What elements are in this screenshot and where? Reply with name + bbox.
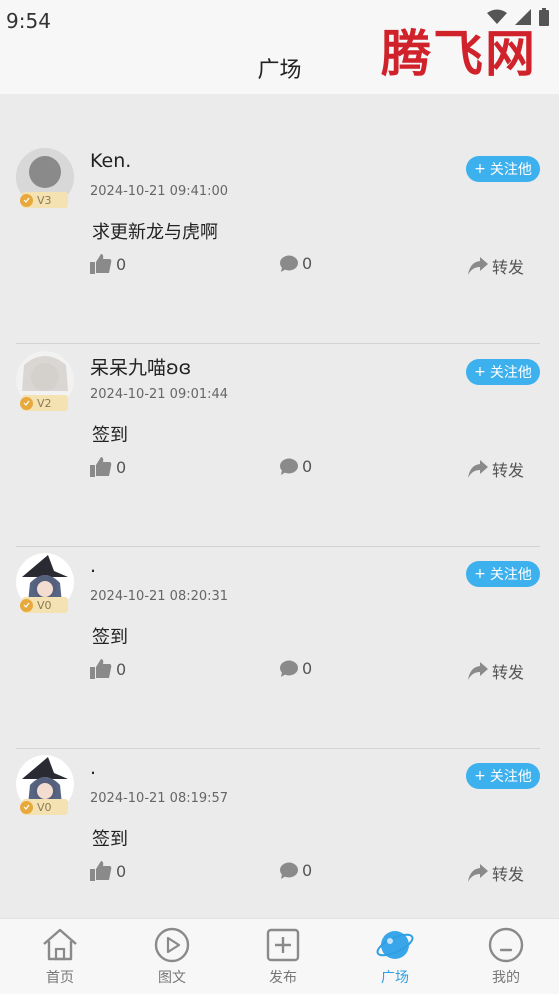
- plus-icon: +: [474, 768, 486, 784]
- post-time: 2024-10-21 08:20:31: [90, 589, 229, 604]
- tab-home[interactable]: 首页: [20, 925, 100, 989]
- watermark-logo: 腾飞网: [381, 24, 537, 83]
- level-label: V0: [37, 598, 52, 612]
- post-content[interactable]: 签到: [92, 623, 128, 649]
- follow-label: 关注他: [489, 567, 532, 583]
- post-content[interactable]: 求更新龙与虎啊: [92, 218, 218, 244]
- post-content[interactable]: 签到: [92, 421, 128, 447]
- comment-count: 0: [302, 254, 313, 273]
- post-card[interactable]: V3 Ken. 2024-10-21 09:41:00 求更新龙与虎啊 + 关注…: [16, 142, 540, 344]
- comment-bubble-icon: [280, 660, 298, 677]
- battery-icon: [539, 8, 549, 26]
- post-time: 2024-10-21 09:01:44: [90, 387, 229, 402]
- feed-list[interactable]: V3 Ken. 2024-10-21 09:41:00 求更新龙与虎啊 + 关注…: [0, 94, 559, 918]
- post-card[interactable]: V0 . 2024-10-21 08:20:31 签到 + 关注他 0 0 转发: [16, 547, 540, 749]
- level-label: V0: [37, 800, 52, 814]
- share-arrow-icon: [467, 662, 488, 680]
- share-button[interactable]: 转发: [467, 659, 524, 683]
- status-time: 9:54: [6, 9, 51, 33]
- medal-icon: [20, 800, 33, 814]
- play-icon: [154, 927, 190, 963]
- username[interactable]: 呆呆九喵ʚɞ: [90, 353, 191, 380]
- level-badge: V3: [20, 192, 68, 208]
- comment-bubble-icon: [280, 255, 298, 272]
- planet-icon: [376, 931, 414, 959]
- level-label: V2: [37, 396, 52, 410]
- tab-gallery[interactable]: 图文: [132, 925, 212, 989]
- level-label: V3: [37, 193, 52, 207]
- medal-icon: [20, 193, 33, 207]
- follow-button[interactable]: + 关注他: [466, 561, 540, 587]
- medal-icon: [20, 396, 33, 410]
- like-count: 0: [116, 457, 127, 477]
- username[interactable]: .: [90, 555, 96, 577]
- comment-button[interactable]: 0: [280, 457, 312, 476]
- thumbs-up-icon: [90, 254, 112, 274]
- tab-label: 首页: [46, 970, 74, 986]
- username[interactable]: .: [90, 757, 96, 779]
- plus-icon: +: [474, 161, 486, 177]
- post-time: 2024-10-21 09:41:00: [90, 184, 229, 199]
- share-label: 转发: [491, 461, 524, 480]
- share-arrow-icon: [467, 460, 488, 478]
- comment-button[interactable]: 0: [280, 254, 312, 273]
- bottom-tab-bar: 首页 图文 发布 广场 我的: [0, 918, 559, 994]
- post-card[interactable]: V0 . 2024-10-21 08:19:57 签到 + 关注他 0 0 转发: [16, 749, 540, 918]
- tab-label: 我的: [492, 970, 520, 986]
- username[interactable]: Ken.: [90, 150, 131, 172]
- medal-icon: [20, 598, 33, 612]
- comment-count: 0: [302, 861, 313, 880]
- profile-face-icon: [488, 927, 524, 963]
- follow-button[interactable]: + 关注他: [466, 763, 540, 789]
- share-label: 转发: [491, 865, 524, 884]
- plus-square-icon: [266, 928, 300, 962]
- follow-button[interactable]: + 关注他: [466, 156, 540, 182]
- tab-label: 发布: [269, 970, 297, 986]
- follow-button[interactable]: + 关注他: [466, 359, 540, 385]
- thumbs-up-icon: [90, 457, 112, 477]
- plus-icon: +: [474, 364, 486, 380]
- like-button[interactable]: 0: [90, 659, 126, 679]
- share-arrow-icon: [467, 864, 488, 882]
- post-content[interactable]: 签到: [92, 825, 128, 851]
- post-card[interactable]: V2 呆呆九喵ʚɞ 2024-10-21 09:01:44 签到 + 关注他 0…: [16, 345, 540, 547]
- tab-publish[interactable]: 发布: [243, 925, 323, 989]
- comment-bubble-icon: [280, 458, 298, 475]
- plus-icon: +: [474, 566, 486, 582]
- follow-label: 关注他: [489, 365, 532, 381]
- share-button[interactable]: 转发: [467, 861, 524, 885]
- tab-profile[interactable]: 我的: [466, 925, 546, 989]
- thumbs-up-icon: [90, 861, 112, 881]
- share-label: 转发: [491, 258, 524, 277]
- share-arrow-icon: [467, 257, 488, 275]
- level-badge: V2: [20, 395, 68, 411]
- comment-button[interactable]: 0: [280, 659, 312, 678]
- tab-label: 图文: [158, 970, 186, 986]
- like-button[interactable]: 0: [90, 861, 126, 881]
- share-label: 转发: [491, 663, 524, 682]
- tab-square[interactable]: 广场: [355, 925, 435, 989]
- comment-button[interactable]: 0: [280, 861, 312, 880]
- home-icon: [43, 928, 77, 961]
- thumbs-up-icon: [90, 659, 112, 679]
- post-time: 2024-10-21 08:19:57: [90, 791, 229, 806]
- share-button[interactable]: 转发: [467, 457, 524, 481]
- like-count: 0: [116, 861, 127, 881]
- like-count: 0: [116, 254, 127, 274]
- follow-label: 关注他: [489, 162, 532, 178]
- comment-count: 0: [302, 457, 313, 476]
- like-button[interactable]: 0: [90, 254, 126, 274]
- like-button[interactable]: 0: [90, 457, 126, 477]
- comment-bubble-icon: [280, 862, 298, 879]
- like-count: 0: [116, 659, 127, 679]
- level-badge: V0: [20, 799, 68, 815]
- divider: [16, 343, 540, 344]
- tab-label: 广场: [381, 970, 409, 986]
- comment-count: 0: [302, 659, 313, 678]
- follow-label: 关注他: [489, 769, 532, 785]
- level-badge: V0: [20, 597, 68, 613]
- share-button[interactable]: 转发: [467, 254, 524, 278]
